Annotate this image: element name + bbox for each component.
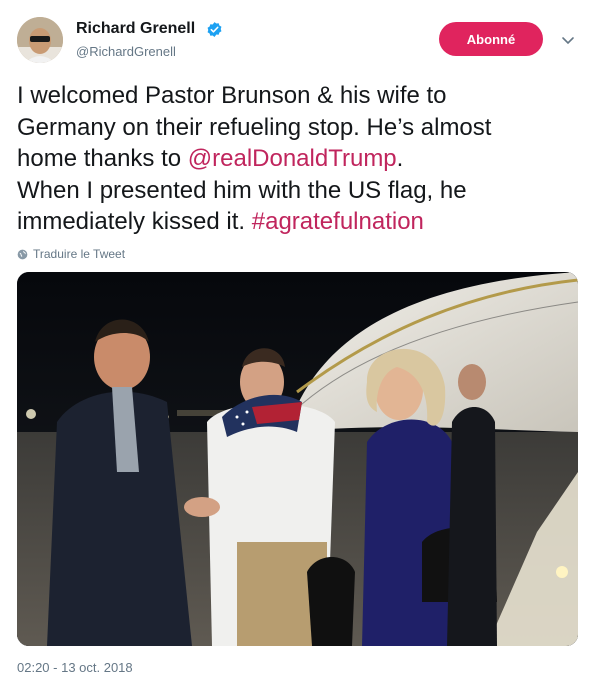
globe-icon bbox=[17, 249, 28, 259]
tweet-line-2: Germany on their refueling stop. He’s al… bbox=[17, 113, 492, 141]
tweet-text: I welcomed Pastor Brunson & his wife to … bbox=[17, 80, 582, 238]
tweet-line-5: immediately kissed it. #agratefulnation bbox=[17, 208, 424, 235]
tweet-line-4: When I presented him with the US flag, h… bbox=[17, 176, 467, 204]
translate-tweet-link[interactable]: Traduire le Tweet bbox=[17, 247, 125, 261]
tweet-line-3: home thanks to @realDonaldTrump. bbox=[17, 145, 404, 172]
verified-badge-icon bbox=[207, 22, 222, 37]
author-name[interactable]: Richard Grenell bbox=[76, 20, 195, 38]
tweet-timestamp[interactable]: 02:20 - 13 oct. 2018 bbox=[17, 660, 133, 675]
chevron-down-icon[interactable] bbox=[560, 32, 576, 48]
hashtag-link[interactable]: #agratefulnation bbox=[252, 208, 424, 235]
avatar[interactable] bbox=[17, 17, 63, 63]
author-handle[interactable]: @RichardGrenell bbox=[76, 44, 176, 59]
following-button[interactable]: Abonné bbox=[439, 22, 543, 56]
tweet-line-1: I welcomed Pastor Brunson & his wife to bbox=[17, 82, 447, 109]
translate-label[interactable]: Traduire le Tweet bbox=[33, 247, 125, 261]
mention-link[interactable]: @realDonaldTrump bbox=[188, 145, 397, 172]
tweet-photo[interactable] bbox=[17, 272, 578, 646]
